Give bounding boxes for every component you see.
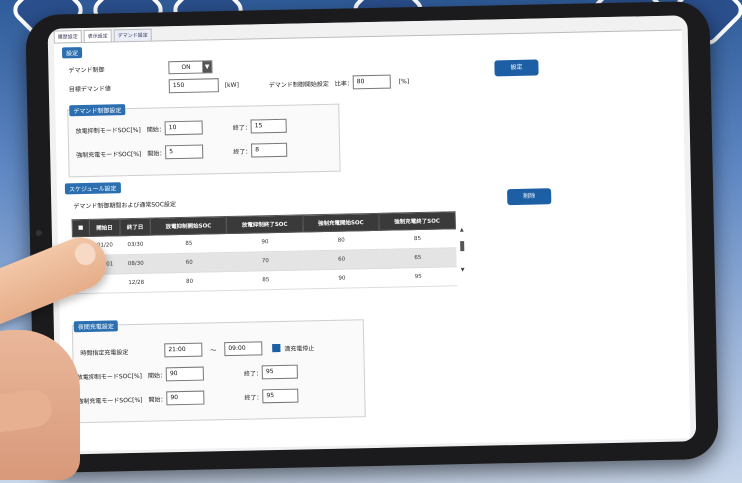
- table-cell: 85: [379, 228, 456, 250]
- column-header: 放電抑制開始SOC: [150, 216, 227, 236]
- column-header: 放電抑制終了SOC: [226, 214, 303, 234]
- schedule-subtitle: デマンド制御期間および通常SOC設定: [73, 201, 177, 211]
- column-header: 開始日: [89, 218, 120, 237]
- demand-control-label: デマンド制御: [68, 66, 105, 75]
- demand-control-select[interactable]: ON ▼: [168, 60, 213, 75]
- night-discharge-start-input[interactable]: 90: [165, 366, 205, 382]
- section-label-night: 夜間充電設定: [73, 320, 118, 333]
- settings-panel: 設定 デマンド制御 ON ▼ 目標デマンド値 150 [kW] デマンド制御開始…: [53, 29, 691, 452]
- column-header: 強制充電開始SOC: [302, 213, 380, 232]
- table-cell: 80: [151, 271, 228, 293]
- column-header[interactable]: ■: [72, 219, 90, 237]
- table-cell: 08/30: [120, 254, 152, 274]
- demand-charge-start-input[interactable]: 5: [165, 144, 204, 160]
- table-scrollbar[interactable]: ▲ ▼: [460, 227, 466, 277]
- scrollbar-thumb[interactable]: [460, 241, 465, 252]
- camera-icon: [35, 229, 42, 237]
- demand-control-row: デマンド制御 ON ▼: [68, 60, 213, 76]
- column-header: 終了日: [119, 218, 151, 236]
- delete-button[interactable]: 削除: [507, 188, 552, 206]
- full-charge-stop-checkbox[interactable]: [272, 343, 281, 353]
- table-cell: 90: [303, 268, 381, 289]
- table-cell: 90: [226, 231, 304, 253]
- table-cell: 03/30: [119, 235, 151, 255]
- table-cell: 95: [379, 266, 457, 288]
- start-ratio-input[interactable]: 80: [352, 74, 391, 90]
- table-cell: 65: [379, 247, 457, 269]
- demand-control-value: ON: [181, 63, 191, 71]
- table-cell: 85: [227, 269, 305, 291]
- table-cell: 80: [302, 230, 380, 251]
- start-ratio-unit: [%]: [398, 77, 410, 85]
- demand-discharge-end-label: 終了：: [232, 124, 251, 132]
- section-label-demand: デマンド制御設定: [69, 104, 126, 117]
- demand-discharge-start-input[interactable]: 10: [164, 120, 203, 136]
- target-demand-unit: [kW]: [224, 81, 239, 89]
- column-header: 強制充電終了SOC: [378, 211, 456, 231]
- demand-charge-end-input[interactable]: 8: [251, 142, 288, 158]
- chevron-down-icon: ▼: [202, 61, 212, 73]
- time-to-input[interactable]: 09:00: [224, 341, 263, 357]
- target-demand-label: 目標デマンド値: [68, 84, 111, 93]
- night-charge-label: 強制充電モードSOC[%] 開始：: [77, 395, 167, 405]
- tab-demand[interactable]: デマンド設定: [113, 28, 152, 42]
- tab-history[interactable]: 履歴設定: [53, 30, 82, 43]
- table-cell: 60: [303, 249, 380, 270]
- target-demand-input[interactable]: 150: [168, 78, 219, 94]
- night-discharge-end-input[interactable]: 95: [261, 364, 299, 380]
- tablet-screen: 履歴設定 表示設定 デマンド設定 設定 デマンド制御 ON ▼ 目標デマンド値 …: [47, 15, 697, 455]
- table-cell: 60: [150, 252, 228, 274]
- night-discharge-label: 放電抑制モードSOC[%] 開始：: [76, 371, 167, 381]
- tablet-device: 履歴設定 表示設定 デマンド設定 設定 デマンド制御 ON ▼ 目標デマンド値 …: [25, 0, 719, 474]
- night-charge-start-input[interactable]: 90: [166, 390, 205, 406]
- fingernail: [71, 240, 99, 269]
- night-charge-end-label: 終了：: [244, 393, 263, 402]
- set-button[interactable]: 設定: [494, 59, 539, 77]
- time-charge-label: 時間指定充電設定: [80, 348, 129, 357]
- demand-discharge-end-input[interactable]: 15: [250, 118, 287, 134]
- tab-display[interactable]: 表示設定: [83, 29, 112, 42]
- table-cell: 70: [227, 250, 304, 272]
- demand-charge-end-label: 終了：: [233, 148, 252, 156]
- demand-discharge-label: 放電抑制モードSOC[%] 開始：: [75, 125, 165, 135]
- arrow-down-icon[interactable]: ▼: [461, 267, 466, 273]
- time-from-input[interactable]: 21:00: [164, 342, 203, 358]
- tilde-label: 〜: [210, 346, 217, 354]
- night-discharge-end-label: 終了：: [243, 369, 263, 378]
- night-charge-end-input[interactable]: 95: [262, 388, 299, 404]
- section-label-settings: 設定: [61, 47, 83, 59]
- section-label-schedule: スケジュール設定: [64, 182, 121, 195]
- target-demand-row: 目標デマンド値 150 [kW] デマンド制御開始設定 比率： 80 [%]: [69, 74, 410, 95]
- demand-charge-label: 強制充電モードSOC[%] 開始：: [76, 149, 166, 159]
- full-charge-stop-label: 満充電停止: [284, 344, 315, 353]
- start-setting-label: デマンド制御開始設定 比率：: [268, 79, 353, 89]
- table-cell: 12/28: [120, 273, 152, 293]
- schedule-table: ■ 開始日 終了日 放電抑制開始SOC 放電抑制終了SOC 強制充電開始SOC …: [72, 211, 457, 294]
- arrow-up-icon[interactable]: ▲: [460, 227, 465, 233]
- table-cell: 85: [150, 233, 228, 255]
